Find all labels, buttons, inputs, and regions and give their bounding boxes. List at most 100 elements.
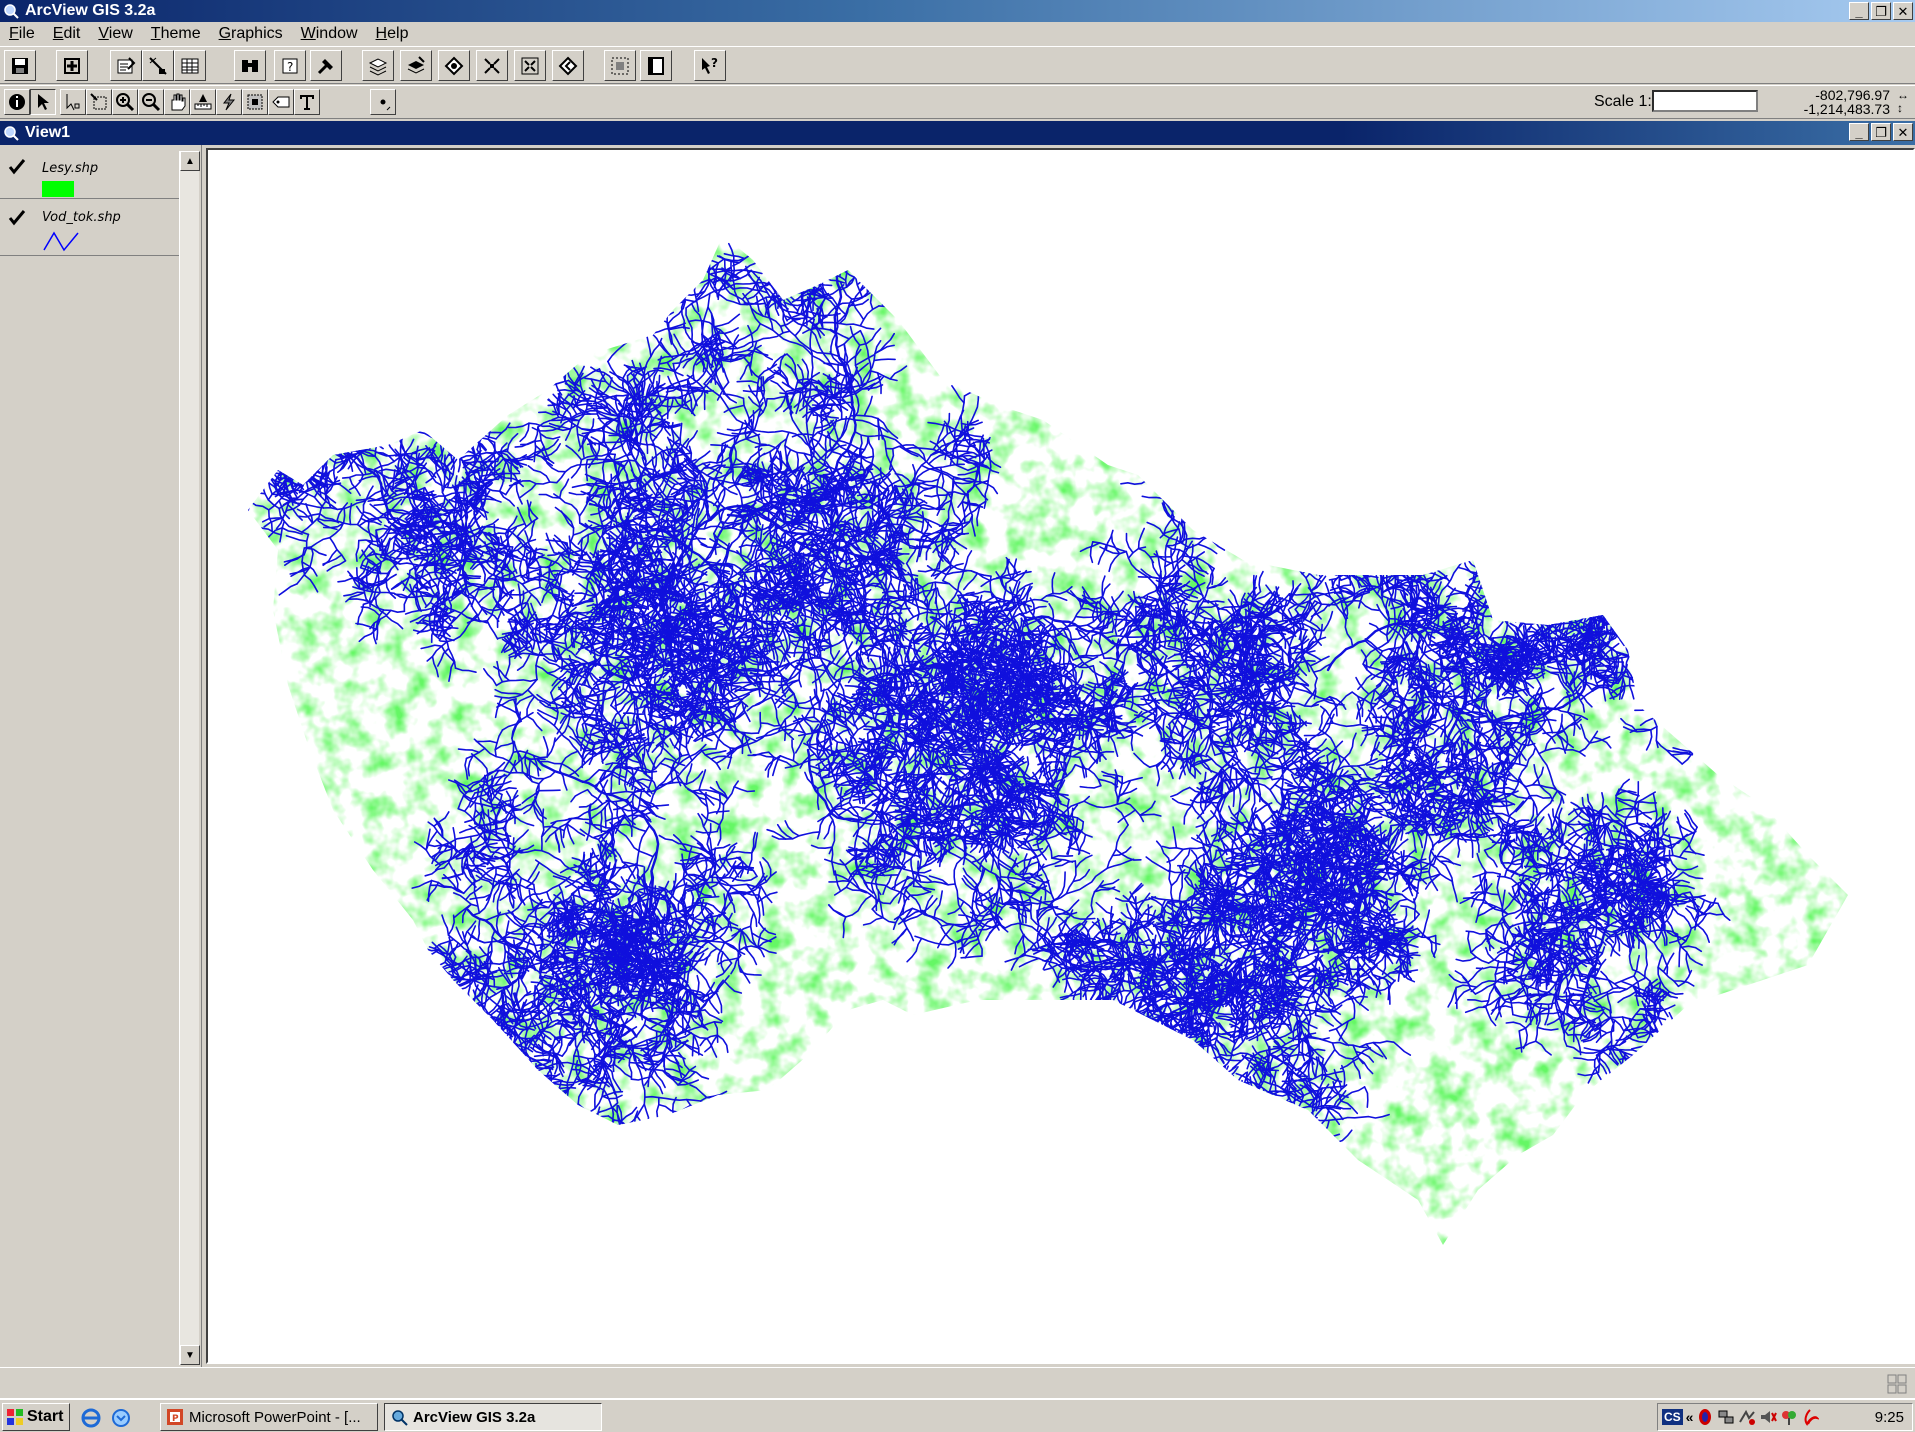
scale-input[interactable] xyxy=(1652,90,1758,112)
river-segment xyxy=(1282,1280,1296,1296)
river-segment xyxy=(1045,1028,1062,1044)
add-theme-button[interactable] xyxy=(56,50,88,81)
river-segment xyxy=(248,467,249,481)
river-segment xyxy=(699,205,704,232)
river-segment xyxy=(1201,1230,1223,1240)
river-segment xyxy=(1137,1219,1145,1241)
river-segment xyxy=(251,435,287,449)
river-segment xyxy=(1177,1102,1283,1135)
app-minimize-button[interactable]: _ xyxy=(1849,2,1869,20)
save-project-button[interactable] xyxy=(4,50,36,81)
theme-properties-button[interactable] xyxy=(110,50,142,81)
menu-help[interactable]: Help xyxy=(367,25,418,43)
theme-entry-lesy[interactable]: Lesy.shp xyxy=(0,149,180,199)
menu-theme[interactable]: Theme xyxy=(142,25,210,43)
zoom-to-selected-button[interactable] xyxy=(438,50,470,81)
zoom-in-button[interactable] xyxy=(476,50,508,81)
river-segment xyxy=(1173,1080,1185,1101)
menu-graphics[interactable]: Graphics xyxy=(210,25,292,43)
river-segment xyxy=(272,364,302,368)
edit-legend-button[interactable] xyxy=(142,50,174,81)
river-segment xyxy=(301,453,318,471)
menu-window[interactable]: Window xyxy=(292,25,367,43)
river-segment xyxy=(1155,1272,1157,1293)
measure-tool[interactable] xyxy=(190,89,216,115)
river-segment xyxy=(1215,1236,1237,1244)
pointer-tool[interactable] xyxy=(30,89,56,115)
river-segment xyxy=(881,297,904,306)
toc-scrollbar[interactable]: ▲ ▼ xyxy=(179,151,200,1365)
help-button[interactable]: ? xyxy=(694,50,726,81)
river-segment xyxy=(1139,1055,1151,1075)
river-segment xyxy=(1186,1093,1194,1116)
theme-entry-vod-tok[interactable]: Vod_tok.shp xyxy=(0,200,180,256)
river-segment xyxy=(903,157,908,177)
river-segment xyxy=(359,414,380,426)
checkbox-checked-icon[interactable] xyxy=(8,209,26,227)
scroll-down-button[interactable]: ▼ xyxy=(180,1345,200,1365)
scroll-up-button[interactable]: ▲ xyxy=(180,151,200,171)
select-feature-tool[interactable] xyxy=(86,89,112,115)
river-segment xyxy=(262,351,286,370)
zoom-in-tool[interactable] xyxy=(112,89,138,115)
query-builder-button[interactable] xyxy=(310,50,342,81)
app-close-button[interactable]: ✕ xyxy=(1893,2,1913,20)
river-segment xyxy=(881,168,888,188)
menu-file[interactable]: File xyxy=(0,25,44,43)
checkbox-checked-icon[interactable] xyxy=(8,158,26,176)
hotlink-icon xyxy=(222,93,236,111)
minimize-icon: _ xyxy=(1855,124,1863,140)
river-segment xyxy=(1098,1022,1121,1025)
zoom-out-button[interactable] xyxy=(514,50,546,81)
locate-address-button[interactable]: ? xyxy=(274,50,306,81)
river-segment xyxy=(1100,1094,1123,1099)
river-segment xyxy=(1148,1215,1184,1245)
river-segment xyxy=(284,383,306,392)
zoom-out-tool[interactable] xyxy=(138,89,164,115)
menu-view[interactable]: View xyxy=(89,25,141,43)
app-restore-button[interactable]: ❐ xyxy=(1871,2,1891,20)
find-button[interactable] xyxy=(234,50,266,81)
river-segment xyxy=(1069,1089,1078,1118)
text-tool[interactable] xyxy=(294,89,320,115)
river-segment xyxy=(423,392,445,401)
map-display[interactable] xyxy=(206,148,1915,1364)
river-segment xyxy=(253,389,276,396)
river-segment xyxy=(1106,1199,1125,1214)
view-close-button[interactable]: ✕ xyxy=(1893,123,1913,141)
river-segment xyxy=(911,180,921,206)
view-minimize-button[interactable]: _ xyxy=(1849,123,1869,141)
locate-address-icon: ? xyxy=(282,58,298,74)
river-segment xyxy=(1084,1011,1107,1017)
menu-edit[interactable]: Edit xyxy=(44,25,90,43)
fill-symbol-swatch xyxy=(42,181,74,197)
zoom-to-active-themes-button[interactable] xyxy=(400,50,432,81)
label-tool[interactable] xyxy=(268,89,294,115)
app-title: ArcView GIS 3.2a xyxy=(25,2,156,19)
river-segment xyxy=(262,368,267,391)
river-segment xyxy=(249,410,268,426)
open-table-button[interactable] xyxy=(174,50,206,81)
zoom-to-full-extent-button[interactable] xyxy=(362,50,394,81)
hotlink-tool[interactable] xyxy=(216,89,242,115)
map-canvas[interactable] xyxy=(208,150,1913,1362)
river-segment xyxy=(1055,1002,1058,1025)
river-segment xyxy=(1324,1201,1347,1207)
clear-selection-button[interactable] xyxy=(640,50,672,81)
river-segment xyxy=(444,421,467,426)
river-segment xyxy=(1062,1115,1083,1127)
river-segment xyxy=(1129,1045,1152,1054)
select-by-theme-button[interactable] xyxy=(604,50,636,81)
vertex-edit-tool[interactable] xyxy=(60,89,86,115)
area-of-interest-tool[interactable] xyxy=(242,89,268,115)
draw-point-tool[interactable] xyxy=(370,89,396,115)
river-segment xyxy=(464,425,487,431)
pan-tool[interactable] xyxy=(164,89,190,115)
view-restore-button[interactable]: ❐ xyxy=(1871,123,1891,141)
river-segment xyxy=(883,235,898,238)
river-segment xyxy=(481,413,488,436)
river-segment xyxy=(1084,1160,1102,1176)
river-segment xyxy=(1094,1065,1123,1075)
zoom-previous-button[interactable] xyxy=(552,50,584,81)
identify-tool[interactable] xyxy=(4,89,30,115)
